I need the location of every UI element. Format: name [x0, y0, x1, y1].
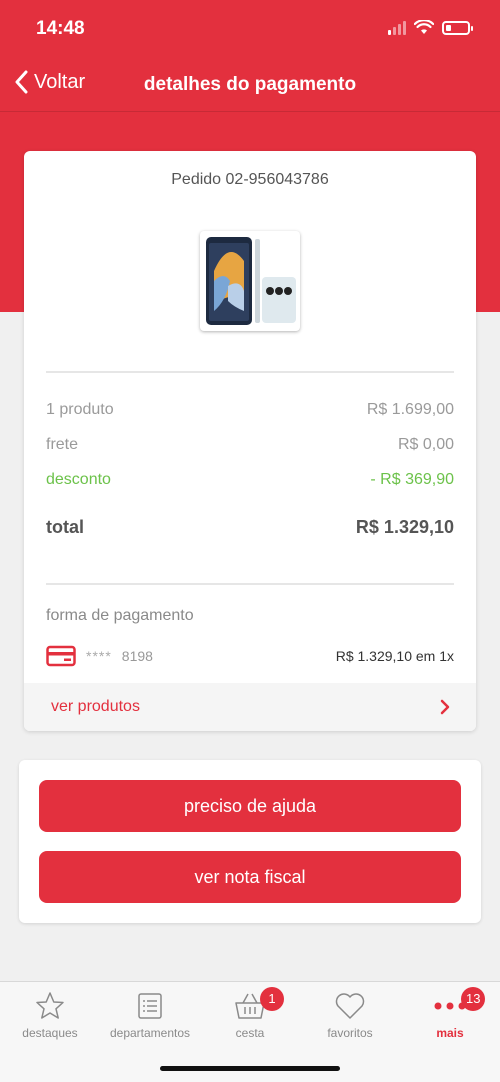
products-label: 1 produto	[46, 401, 114, 418]
signal-icon	[388, 20, 406, 35]
invoice-button[interactable]: ver nota fiscal	[39, 851, 461, 903]
summary-row-products: 1 produto R$ 1.699,00	[46, 401, 454, 419]
tab-label: favoritos	[327, 1026, 373, 1040]
product-image[interactable]	[200, 231, 300, 331]
divider	[46, 583, 454, 585]
summary-row-discount: desconto - R$ 369,90	[46, 471, 454, 489]
actions-card: preciso de ajuda ver nota fiscal	[19, 760, 481, 923]
heart-icon	[335, 993, 365, 1019]
tab-label: destaques	[22, 1026, 78, 1040]
total-label: total	[46, 517, 84, 537]
total-value: R$ 1.329,10	[355, 517, 454, 537]
card-last-digits: 8198	[121, 648, 153, 664]
chevron-right-icon	[440, 699, 450, 715]
tab-label: departamentos	[109, 1026, 191, 1040]
status-bar: 14:48	[0, 0, 500, 60]
payment-amount: R$ 1.329,10 em 1x	[335, 648, 454, 664]
tab-cesta[interactable]: 1 cesta	[200, 987, 300, 1040]
products-value: R$ 1.699,00	[366, 401, 454, 418]
more-count-badge: 13	[461, 987, 486, 1011]
shipping-value: R$ 0,00	[397, 436, 454, 453]
see-products-button[interactable]: ver produtos	[24, 683, 476, 731]
tab-departamentos[interactable]: departamentos	[100, 990, 200, 1040]
status-icons	[388, 20, 473, 35]
payment-method-row: **** 8198 R$ 1.329,10 em 1x	[46, 645, 454, 667]
see-products-label: ver produtos	[51, 698, 140, 715]
shipping-label: frete	[46, 436, 79, 453]
discount-value: - R$ 369,90	[370, 471, 454, 488]
tab-label: cesta	[235, 1026, 265, 1040]
order-card: Pedido 02-956043786 1 produto R$ 1.699,0…	[24, 151, 476, 731]
battery-icon	[442, 20, 473, 35]
payment-method-label: forma de pagamento	[46, 607, 194, 624]
discount-label: desconto	[46, 471, 111, 488]
divider	[46, 371, 454, 373]
tab-favoritos[interactable]: favoritos	[300, 990, 400, 1040]
page-title: detalhes do pagamento	[143, 74, 357, 95]
cart-count-badge: 1	[260, 987, 284, 1011]
status-time: 14:48	[36, 18, 85, 39]
card-mask: ****	[86, 648, 112, 664]
wifi-icon	[414, 20, 434, 34]
tab-destaques[interactable]: destaques	[0, 990, 100, 1040]
star-icon	[36, 992, 64, 1019]
tab-mais[interactable]: 13 mais	[400, 987, 500, 1040]
help-button[interactable]: preciso de ajuda	[39, 780, 461, 832]
summary-row-total: total R$ 1.329,10	[46, 517, 454, 538]
summary-row-shipping: frete R$ 0,00	[46, 436, 454, 454]
tab-label: mais	[436, 1026, 464, 1040]
home-indicator	[160, 1066, 340, 1071]
list-icon	[138, 993, 162, 1019]
nav-bar: Voltar detalhes do pagamento	[0, 60, 500, 112]
credit-card-icon	[46, 645, 76, 667]
phone-image	[206, 237, 296, 325]
order-number: Pedido 02-956043786	[171, 171, 329, 188]
